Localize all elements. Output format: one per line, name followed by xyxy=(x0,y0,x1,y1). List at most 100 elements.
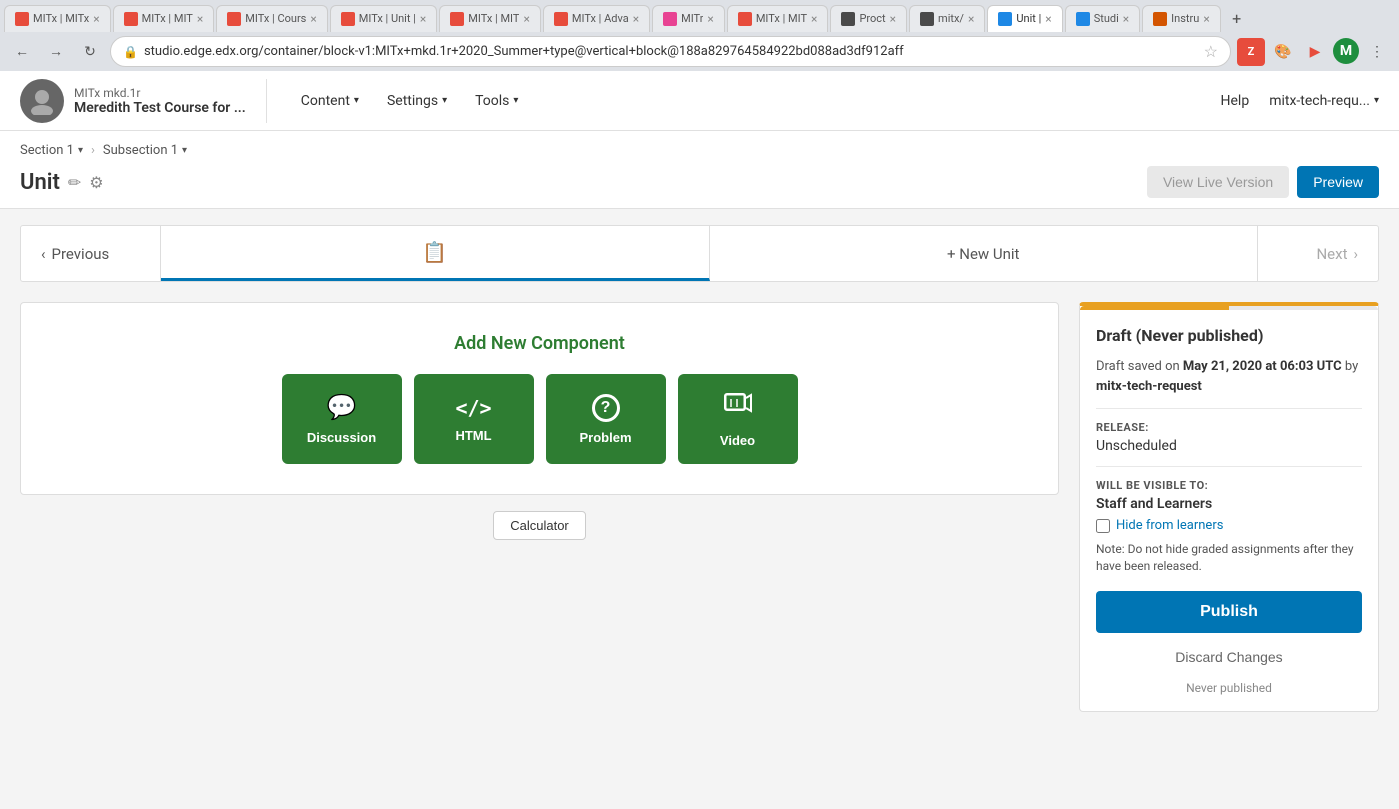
component-buttons: 💬 Discussion </> HTML ? Problem xyxy=(41,374,1038,464)
hide-from-learners-checkbox[interactable] xyxy=(1096,519,1110,533)
app-nav-right: Help mitx-tech-requ... ▾ xyxy=(1221,93,1380,109)
tab-favicon-1 xyxy=(15,12,29,26)
sidebar-divider-1 xyxy=(1096,408,1362,409)
zotero-button[interactable]: Z xyxy=(1237,38,1265,66)
tab-label-1: MITx | MITx xyxy=(33,12,89,25)
tab-9[interactable]: Proct × xyxy=(830,5,907,32)
tab-favicon-9 xyxy=(841,12,855,26)
tabs-bar: MITx | MITx × MITx | MIT × MITx | Cours … xyxy=(0,0,1399,32)
tab-close-13[interactable]: × xyxy=(1203,12,1209,26)
breadcrumb: Section 1 ▾ › Subsection 1 ▾ xyxy=(20,143,1379,158)
nav-content[interactable]: Content ▾ xyxy=(287,85,373,117)
address-bar-row: ← → ↻ 🔒 studio.edge.edx.org/container/bl… xyxy=(0,32,1399,71)
release-value: Unscheduled xyxy=(1096,438,1362,454)
tab-favicon-3 xyxy=(227,12,241,26)
tab-1[interactable]: MITx | MITx × xyxy=(4,5,111,32)
tab-label-4: MITx | Unit | xyxy=(359,12,416,25)
tab-2[interactable]: MITx | MIT × xyxy=(113,5,215,32)
user-dropdown-arrow: ▾ xyxy=(1374,95,1379,106)
tab-favicon-12 xyxy=(1076,12,1090,26)
back-button[interactable]: ← xyxy=(8,38,36,66)
tab-11[interactable]: Unit | × xyxy=(987,5,1062,32)
add-component-title: Add New Component xyxy=(41,333,1038,354)
publish-button[interactable]: Publish xyxy=(1096,591,1362,633)
problem-button[interactable]: ? Problem xyxy=(546,374,666,464)
tab-3[interactable]: MITx | Cours × xyxy=(216,5,328,32)
profile-button[interactable]: M xyxy=(1333,38,1359,64)
logo-avatar xyxy=(20,79,64,123)
tab-7[interactable]: MITr × xyxy=(652,5,725,32)
unit-edit-button[interactable]: ✏ xyxy=(68,173,81,192)
previous-unit-button[interactable]: ‹ Previous xyxy=(21,226,161,281)
tab-close-3[interactable]: × xyxy=(310,12,316,26)
preview-button[interactable]: Preview xyxy=(1297,166,1379,198)
new-tab-button[interactable]: + xyxy=(1223,4,1251,32)
tab-8[interactable]: MITx | MIT × xyxy=(727,5,829,32)
unit-nav-row: ‹ Previous 📋 + New Unit Next › xyxy=(20,225,1379,282)
tab-close-5[interactable]: × xyxy=(523,12,529,26)
tab-label-6: MITx | Adva xyxy=(572,12,629,25)
tab-13[interactable]: Instru × xyxy=(1142,5,1221,32)
address-bar[interactable]: 🔒 studio.edge.edx.org/container/block-v1… xyxy=(110,36,1231,67)
help-link[interactable]: Help xyxy=(1221,93,1250,109)
tab-12[interactable]: Studi × xyxy=(1065,5,1140,32)
tab-favicon-7 xyxy=(663,12,677,26)
html-button[interactable]: </> HTML xyxy=(414,374,534,464)
hide-from-learners-label[interactable]: Hide from learners xyxy=(1116,518,1223,533)
tab-close-9[interactable]: × xyxy=(890,12,896,26)
sidebar: Draft (Never published) Draft saved on M… xyxy=(1079,302,1379,712)
tab-close-1[interactable]: × xyxy=(93,12,99,26)
menu-button[interactable]: ⋮ xyxy=(1363,38,1391,66)
tab-label-5: MITx | MIT xyxy=(468,12,519,25)
tab-label-7: MITr xyxy=(681,12,703,25)
tab-favicon-2 xyxy=(124,12,138,26)
breadcrumb-subsection[interactable]: Subsection 1 ▾ xyxy=(103,143,187,158)
visible-value: Staff and Learners xyxy=(1096,496,1362,512)
ext-button-2[interactable]: ▶ xyxy=(1301,38,1329,66)
tab-5[interactable]: MITx | MIT × xyxy=(439,5,541,32)
next-arrow-icon: › xyxy=(1353,245,1358,263)
sidebar-note: Note: Do not hide graded assignments aft… xyxy=(1096,541,1362,575)
discussion-icon: 💬 xyxy=(327,393,357,422)
ext-button-1[interactable]: 🎨 xyxy=(1269,38,1297,66)
video-button[interactable]: Video xyxy=(678,374,798,464)
main-content: Add New Component 💬 Discussion </> HTML … xyxy=(0,282,1399,732)
sidebar-divider-2 xyxy=(1096,466,1362,467)
tab-close-6[interactable]: × xyxy=(633,12,639,26)
breadcrumb-section[interactable]: Section 1 ▾ xyxy=(20,143,83,158)
current-unit-tab[interactable]: 📋 xyxy=(161,226,710,281)
tab-4[interactable]: MITx | Unit | × xyxy=(330,5,438,32)
next-unit-button: Next › xyxy=(1258,226,1378,281)
content-area: Add New Component 💬 Discussion </> HTML … xyxy=(20,302,1059,540)
tab-close-10[interactable]: × xyxy=(968,12,974,26)
tab-favicon-5 xyxy=(450,12,464,26)
new-unit-button[interactable]: + New Unit xyxy=(710,226,1259,281)
browser-actions: Z 🎨 ▶ M ⋮ xyxy=(1237,38,1391,66)
draft-status-title: Draft (Never published) xyxy=(1096,326,1362,345)
logo-text: MITx mkd.1r Meredith Test Course for ... xyxy=(74,86,246,116)
forward-button[interactable]: → xyxy=(42,38,70,66)
reload-button[interactable]: ↻ xyxy=(76,38,104,66)
tab-10[interactable]: mitx/ × xyxy=(909,5,985,32)
unit-title-row: Unit ✏ ⚙ View Live Version Preview xyxy=(20,166,1379,208)
tab-close-7[interactable]: × xyxy=(707,12,713,26)
discussion-button[interactable]: 💬 Discussion xyxy=(282,374,402,464)
nav-settings[interactable]: Settings ▾ xyxy=(373,85,461,117)
tab-close-8[interactable]: × xyxy=(811,12,817,26)
calculator-button[interactable]: Calculator xyxy=(493,511,586,540)
star-icon[interactable]: ☆ xyxy=(1204,42,1218,61)
tab-favicon-10 xyxy=(920,12,934,26)
tab-6[interactable]: MITx | Adva × xyxy=(543,5,650,32)
tab-close-12[interactable]: × xyxy=(1123,12,1129,26)
tab-close-2[interactable]: × xyxy=(197,12,203,26)
unit-settings-button[interactable]: ⚙ xyxy=(89,173,103,192)
tab-close-4[interactable]: × xyxy=(420,12,426,26)
tab-close-11[interactable]: × xyxy=(1045,12,1051,26)
browser-chrome: MITx | MITx × MITx | MIT × MITx | Cours … xyxy=(0,0,1399,71)
discard-changes-button[interactable]: Discard Changes xyxy=(1096,641,1362,673)
view-actions: View Live Version Preview xyxy=(1147,166,1379,198)
tab-label-11: Unit | xyxy=(1016,12,1041,25)
draft-info: Draft saved on May 21, 2020 at 06:03 UTC… xyxy=(1096,357,1362,396)
nav-tools[interactable]: Tools ▾ xyxy=(461,85,532,117)
user-menu[interactable]: mitx-tech-requ... ▾ xyxy=(1269,93,1379,109)
